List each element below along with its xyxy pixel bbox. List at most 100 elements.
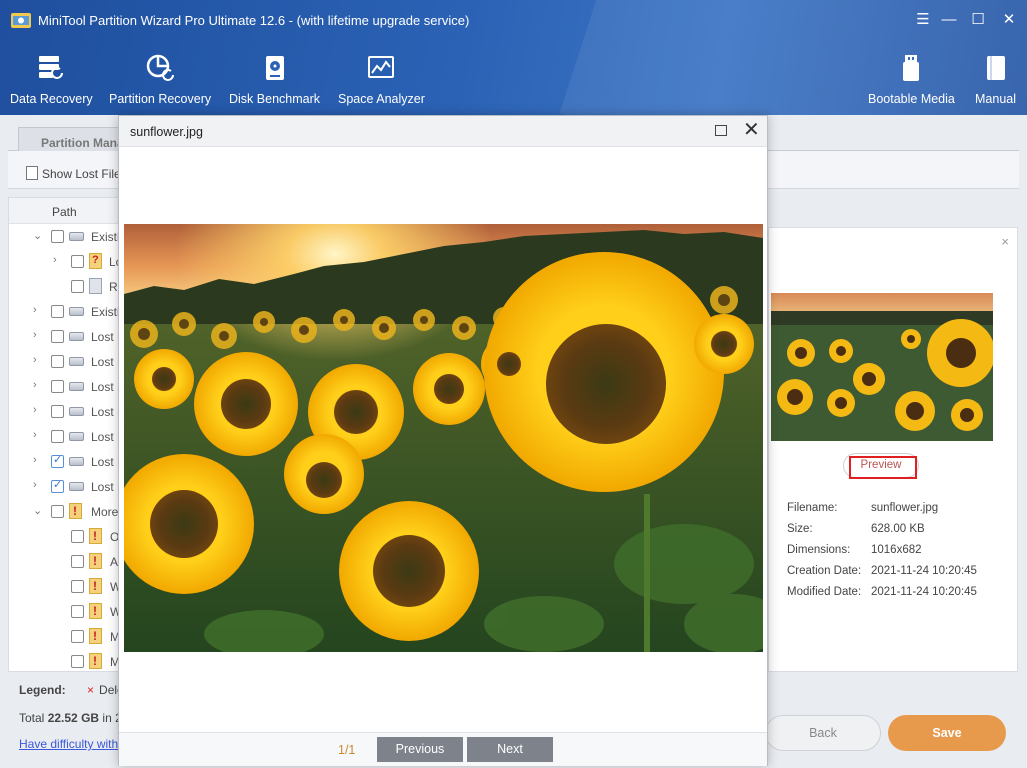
save-button[interactable]: Save bbox=[888, 715, 1006, 751]
show-lost-files-button[interactable]: Show Lost File bbox=[26, 164, 121, 181]
row-checkbox-checked[interactable] bbox=[51, 478, 64, 493]
manual-button[interactable]: Manual bbox=[975, 53, 1016, 106]
row-checkbox[interactable] bbox=[51, 355, 64, 368]
data-recovery-button[interactable]: Data Recovery bbox=[10, 53, 93, 106]
tree-row[interactable]: › Lc bbox=[9, 249, 129, 274]
back-button[interactable]: Back bbox=[765, 715, 881, 751]
tree-row[interactable]: › Lost P bbox=[9, 399, 129, 424]
close-icon[interactable]: ✕ bbox=[999, 10, 1019, 30]
tree-row[interactable]: O bbox=[9, 524, 129, 549]
creation-date-label: Creation Date: bbox=[787, 565, 862, 577]
dialog-footer: 1/1 Previous Next bbox=[119, 732, 767, 766]
drive-icon bbox=[69, 482, 84, 491]
tree-row[interactable]: M bbox=[9, 624, 129, 649]
menu-icon[interactable]: ☰ bbox=[913, 10, 933, 30]
dimensions-value: 1016x682 bbox=[871, 544, 922, 556]
page-indicator: 1/1 bbox=[338, 743, 356, 757]
dimensions-row: Dimensions: 1016x682 bbox=[787, 544, 922, 556]
chevron-right-icon[interactable]: › bbox=[33, 379, 37, 391]
tree-row[interactable]: › Existi bbox=[9, 299, 129, 324]
previous-button[interactable]: Previous bbox=[377, 737, 463, 762]
sunflower-photo bbox=[124, 224, 763, 652]
space-analyzer-button[interactable]: Space Analyzer bbox=[338, 53, 425, 106]
tree-row[interactable]: › Lost P bbox=[9, 324, 129, 349]
chevron-right-icon[interactable]: › bbox=[33, 454, 37, 466]
tree-row[interactable]: W bbox=[9, 574, 129, 599]
chevron-down-icon[interactable]: ⌄ bbox=[33, 504, 42, 517]
tree-row-label: Existi bbox=[91, 230, 120, 244]
chevron-right-icon[interactable]: › bbox=[33, 429, 37, 441]
chevron-right-icon[interactable]: › bbox=[33, 404, 37, 416]
tree-row[interactable]: W bbox=[9, 599, 129, 624]
sunflower-thumbnail bbox=[771, 293, 993, 441]
tree-row[interactable]: › Lost P bbox=[9, 374, 129, 399]
chevron-down-icon[interactable]: ⌄ bbox=[33, 229, 42, 242]
modified-date-value: 2021-11-24 10:20:45 bbox=[871, 586, 977, 598]
creation-date-value: 2021-11-24 10:20:45 bbox=[871, 565, 977, 577]
maximize-icon[interactable]: ☐ bbox=[968, 10, 988, 30]
row-checkbox[interactable] bbox=[71, 530, 84, 543]
minimize-icon[interactable]: — bbox=[939, 10, 959, 30]
row-checkbox[interactable] bbox=[51, 230, 64, 243]
row-checkbox[interactable] bbox=[71, 555, 84, 568]
tree-row[interactable]: M bbox=[9, 649, 129, 674]
row-checkbox[interactable] bbox=[51, 405, 64, 418]
disk-benchmark-label: Disk Benchmark bbox=[229, 92, 320, 106]
tree-row[interactable]: › Lost P bbox=[9, 474, 129, 499]
tree-row[interactable]: › Lost P bbox=[9, 449, 129, 474]
row-checkbox-checked[interactable] bbox=[51, 453, 64, 468]
row-checkbox[interactable] bbox=[51, 330, 64, 343]
disk-benchmark-button[interactable]: Disk Benchmark bbox=[229, 53, 320, 106]
chevron-right-icon[interactable]: › bbox=[33, 354, 37, 366]
next-button[interactable]: Next bbox=[467, 737, 553, 762]
total-value: 22.52 GB bbox=[47, 711, 100, 725]
tree-row[interactable]: › Lost P bbox=[9, 349, 129, 374]
dialog-title-bar: sunflower.jpg ✕ bbox=[119, 116, 767, 147]
tree-row[interactable]: ⌄ Existi bbox=[9, 224, 129, 249]
creation-date-row: Creation Date: 2021-11-24 10:20:45 bbox=[787, 565, 977, 577]
row-checkbox[interactable] bbox=[71, 605, 84, 618]
bootable-media-button[interactable]: Bootable Media bbox=[868, 53, 955, 106]
row-checkbox[interactable] bbox=[71, 655, 84, 668]
space-analyzer-icon bbox=[368, 56, 395, 78]
maximize-icon[interactable] bbox=[715, 125, 727, 136]
partition-recovery-button[interactable]: Partition Recovery bbox=[109, 53, 211, 106]
row-checkbox[interactable] bbox=[51, 380, 64, 393]
row-checkbox[interactable] bbox=[51, 505, 64, 518]
row-checkbox[interactable] bbox=[51, 305, 64, 318]
manual-label: Manual bbox=[975, 92, 1016, 106]
chevron-right-icon[interactable]: › bbox=[33, 304, 37, 316]
book-icon bbox=[986, 56, 1005, 80]
drive-icon bbox=[69, 307, 84, 316]
help-link[interactable]: Have difficulty with bbox=[19, 737, 118, 751]
warning-folder-icon bbox=[89, 628, 102, 644]
filename-row: Filename: sunflower.jpg bbox=[787, 502, 938, 514]
row-checkbox[interactable] bbox=[71, 580, 84, 593]
warning-folder-icon bbox=[89, 528, 102, 544]
chevron-right-icon[interactable]: › bbox=[53, 254, 57, 266]
tree-row[interactable]: › Lost P bbox=[9, 424, 129, 449]
path-column-header[interactable]: Path bbox=[52, 205, 77, 219]
total-size: Total 22.52 GB in 2 bbox=[19, 711, 122, 725]
tree-row[interactable]: Ri bbox=[9, 274, 129, 299]
tree-row-label: More bbox=[91, 505, 119, 519]
bootable-media-label: Bootable Media bbox=[868, 92, 955, 106]
total-prefix: Total bbox=[19, 711, 45, 725]
row-checkbox[interactable] bbox=[51, 430, 64, 443]
close-icon[interactable]: × bbox=[1001, 234, 1009, 249]
modified-date-label: Modified Date: bbox=[787, 586, 862, 598]
row-checkbox[interactable] bbox=[71, 280, 84, 293]
warning-folder-icon bbox=[89, 553, 102, 569]
tree-row[interactable]: A bbox=[9, 549, 129, 574]
warning-folder-icon bbox=[69, 503, 82, 519]
preview-button[interactable]: Preview bbox=[843, 453, 919, 479]
row-checkbox[interactable] bbox=[71, 255, 84, 268]
chevron-right-icon[interactable]: › bbox=[33, 479, 37, 491]
tree-row[interactable]: ⌄ More bbox=[9, 499, 129, 524]
close-icon[interactable]: ✕ bbox=[743, 119, 760, 141]
drive-icon bbox=[69, 232, 84, 241]
row-checkbox[interactable] bbox=[71, 630, 84, 643]
usb-drive-icon bbox=[903, 55, 920, 81]
drive-icon bbox=[69, 357, 84, 366]
chevron-right-icon[interactable]: › bbox=[33, 329, 37, 341]
